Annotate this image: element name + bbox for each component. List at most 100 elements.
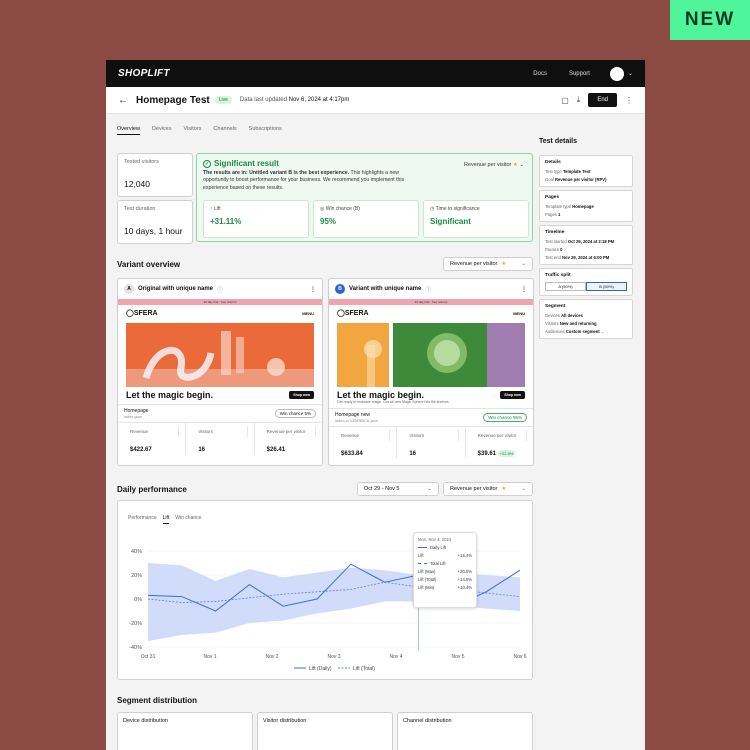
pages-section: Pages Template type Homepage Pages 1 xyxy=(539,190,633,222)
tooltip-row: Lift (Min) +10.4% xyxy=(418,585,472,590)
headline: Let the magic begin. Shop now xyxy=(126,390,314,400)
traffic-split-section: Traffic split A (50%) B (50%) xyxy=(539,268,633,296)
tooltip-row: Lift (Max) +20.5% xyxy=(418,569,472,574)
variant-goal-dropdown[interactable]: Revenue per visitor ★ ⌄ xyxy=(443,257,533,271)
details-section: Details Test type Template Test Goal Rev… xyxy=(539,155,633,187)
split-a[interactable]: A (50%) xyxy=(545,282,586,291)
more-options-icon[interactable]: ⋮ xyxy=(521,286,527,293)
channel-distribution-card: Channel distribution xyxy=(397,712,533,750)
chevron-down-icon[interactable]: ⌄ xyxy=(628,70,633,77)
daily-goal-dropdown[interactable]: Revenue per visitor ★ ⌄ xyxy=(443,482,533,496)
variant-name: Original with unique name xyxy=(138,286,214,292)
chart-tab-win-chance[interactable]: Win chance xyxy=(175,513,201,524)
significant-result-card: ✓ Significant result The results are in: … xyxy=(196,153,533,242)
variant-letter: B xyxy=(335,284,345,294)
variant-b-card[interactable]: B Variant with unique name ⓘ ⋮ 30 day trial… xyxy=(328,278,534,466)
revenue-label: Revenue xyxy=(335,430,391,441)
shop-now-button[interactable]: Shop now xyxy=(500,391,525,399)
sphere-product-image xyxy=(337,323,525,387)
visitor-distribution-card: Visitor distribution xyxy=(257,712,393,750)
tooltip-row: Lift (Total) +14.5% xyxy=(418,577,472,582)
star-icon: ★ xyxy=(512,162,518,168)
back-arrow-icon[interactable]: ← xyxy=(118,95,128,106)
visitors-value: 16 xyxy=(409,451,417,457)
variant-stats: Revenue $633.84 Visitors 16 Revenue per vi… xyxy=(329,426,533,458)
more-options-icon[interactable]: ⋮ xyxy=(625,96,633,105)
page-row: Homepage index.json Win chance 5% xyxy=(118,404,322,422)
logo[interactable]: SHOPLIFT xyxy=(118,68,170,79)
chart-tooltip: Mon, Nov 4, 2024 Daily Lift Lift +15.4% T… xyxy=(413,532,477,608)
brand-logo: ◯ SFERA MENU xyxy=(126,309,314,318)
x-tick-label: Oct 31 xyxy=(141,654,156,660)
variant-letter: A xyxy=(124,284,134,294)
result-text: The results are in: Untitled variant B i… xyxy=(203,170,405,191)
y-tick-label: 40% xyxy=(131,549,142,555)
x-tick-label: Nov 5 xyxy=(451,654,464,660)
page-title: Homepage Test xyxy=(136,94,210,106)
tested-visitors-card: Tested visitors 12,040 xyxy=(117,153,193,197)
legend-dash-icon xyxy=(418,563,427,566)
x-tick-label: Nov 3 xyxy=(327,654,340,660)
shop-now-button[interactable]: Shop now xyxy=(289,391,314,399)
test-duration-card: Test duration 10 days, 1 hour xyxy=(117,200,193,244)
tab-channels[interactable]: Channels xyxy=(213,126,236,135)
last-updated: Data last updated Nov 6, 2024 at 4:17pm xyxy=(239,97,350,103)
page-url: index.cr.135F5BCA.json xyxy=(335,418,378,423)
tab-subscriptions[interactable]: Subscriptions xyxy=(249,126,282,135)
win-chance-badge: Win chance 5% xyxy=(274,409,316,418)
result-goal-dropdown[interactable]: Revenue per visitor ★ ⌄ xyxy=(464,162,524,168)
hero-image xyxy=(337,323,525,387)
test-duration-label: Test duration xyxy=(124,206,156,212)
end-button[interactable]: End xyxy=(588,93,617,107)
visitors-label: Visitors xyxy=(403,430,459,441)
chart-tab-performance[interactable]: Performance xyxy=(128,513,157,524)
avatar[interactable] xyxy=(609,66,624,81)
y-tick-label: 0% xyxy=(134,597,142,603)
page-header: ← Homepage Test Live Data last updated N… xyxy=(106,87,645,114)
menu-label: MENU xyxy=(302,310,314,316)
docs-link[interactable]: Docs xyxy=(533,71,547,77)
support-link[interactable]: Support xyxy=(569,71,590,77)
tooltip-lift-row: Lift +15.4% xyxy=(418,553,472,558)
split-b[interactable]: B (50%) xyxy=(586,282,627,291)
timeline-section: Timeline Test started Oct 29, 2024 at 2:… xyxy=(539,225,633,265)
revenue-value: $633.84 xyxy=(341,451,363,457)
chevron-down-icon: ⌄ xyxy=(427,486,432,492)
tested-visitors-label: Tested visitors xyxy=(124,159,159,165)
page-url: index.json xyxy=(124,414,143,419)
chevron-down-icon: ⌄ xyxy=(521,486,526,492)
rpv-delta-badge: +22.5% xyxy=(497,450,516,457)
calendar-icon[interactable]: ▢ xyxy=(561,96,569,105)
test-details-panel: Test details Details Test type Template … xyxy=(539,138,633,342)
preview-storefront: ◯ SFERA MENU Let the magic begin. Shop now… xyxy=(329,305,533,408)
tab-visitors[interactable]: Visitors xyxy=(183,126,201,135)
tab-bar: Overview Devices Visitors Channels Subsc… xyxy=(117,126,525,135)
x-tick-label: Nov 6 xyxy=(513,654,526,660)
legend-total-label: Lift (Total) xyxy=(353,666,375,672)
revenue-value: $422.67 xyxy=(130,447,152,453)
chart-tab-lift[interactable]: Lift xyxy=(162,513,170,524)
tab-devices[interactable]: Devices xyxy=(152,126,172,135)
rpv-label: Revenue per visitor xyxy=(472,430,527,441)
time-to-significance-metric: ◷ Time to significance Significant xyxy=(423,200,529,238)
variant-name: Variant with unique name xyxy=(349,286,422,292)
more-options-icon[interactable]: ⋮ xyxy=(310,286,316,293)
tab-overview[interactable]: Overview xyxy=(117,126,140,135)
tooltip-daily-lift: Daily Lift xyxy=(418,545,472,550)
daily-performance-title: Daily performance xyxy=(117,485,187,494)
variant-a-header: A Original with unique name ⓘ ⋮ xyxy=(118,279,322,299)
download-icon[interactable]: ⤓ xyxy=(577,95,581,105)
x-tick-label: Nov 4 xyxy=(389,654,402,660)
variant-b-header: B Variant with unique name ⓘ ⋮ xyxy=(329,279,533,299)
variant-a-card[interactable]: A Original with unique name ⓘ ⋮ 30 day tria… xyxy=(117,278,323,466)
date-range-dropdown[interactable]: Oct 29 - Nov 5 ⌄ xyxy=(357,482,439,496)
rpv-value: $39.61 +22.5% xyxy=(477,450,516,457)
visitors-value: 16 xyxy=(198,447,206,453)
legend-daily-label: Lift (Daily) xyxy=(309,666,332,672)
top-nav: SHOPLIFT Docs Support ⌄ xyxy=(106,60,645,87)
star-icon: ★ xyxy=(501,261,507,267)
subheadline: Get ready to embrace magic. Our all-new … xyxy=(337,400,450,404)
variant-overview-title: Variant overview xyxy=(117,260,181,269)
star-icon: ★ xyxy=(501,486,507,492)
x-tick-label: Nov 1 xyxy=(203,654,216,660)
